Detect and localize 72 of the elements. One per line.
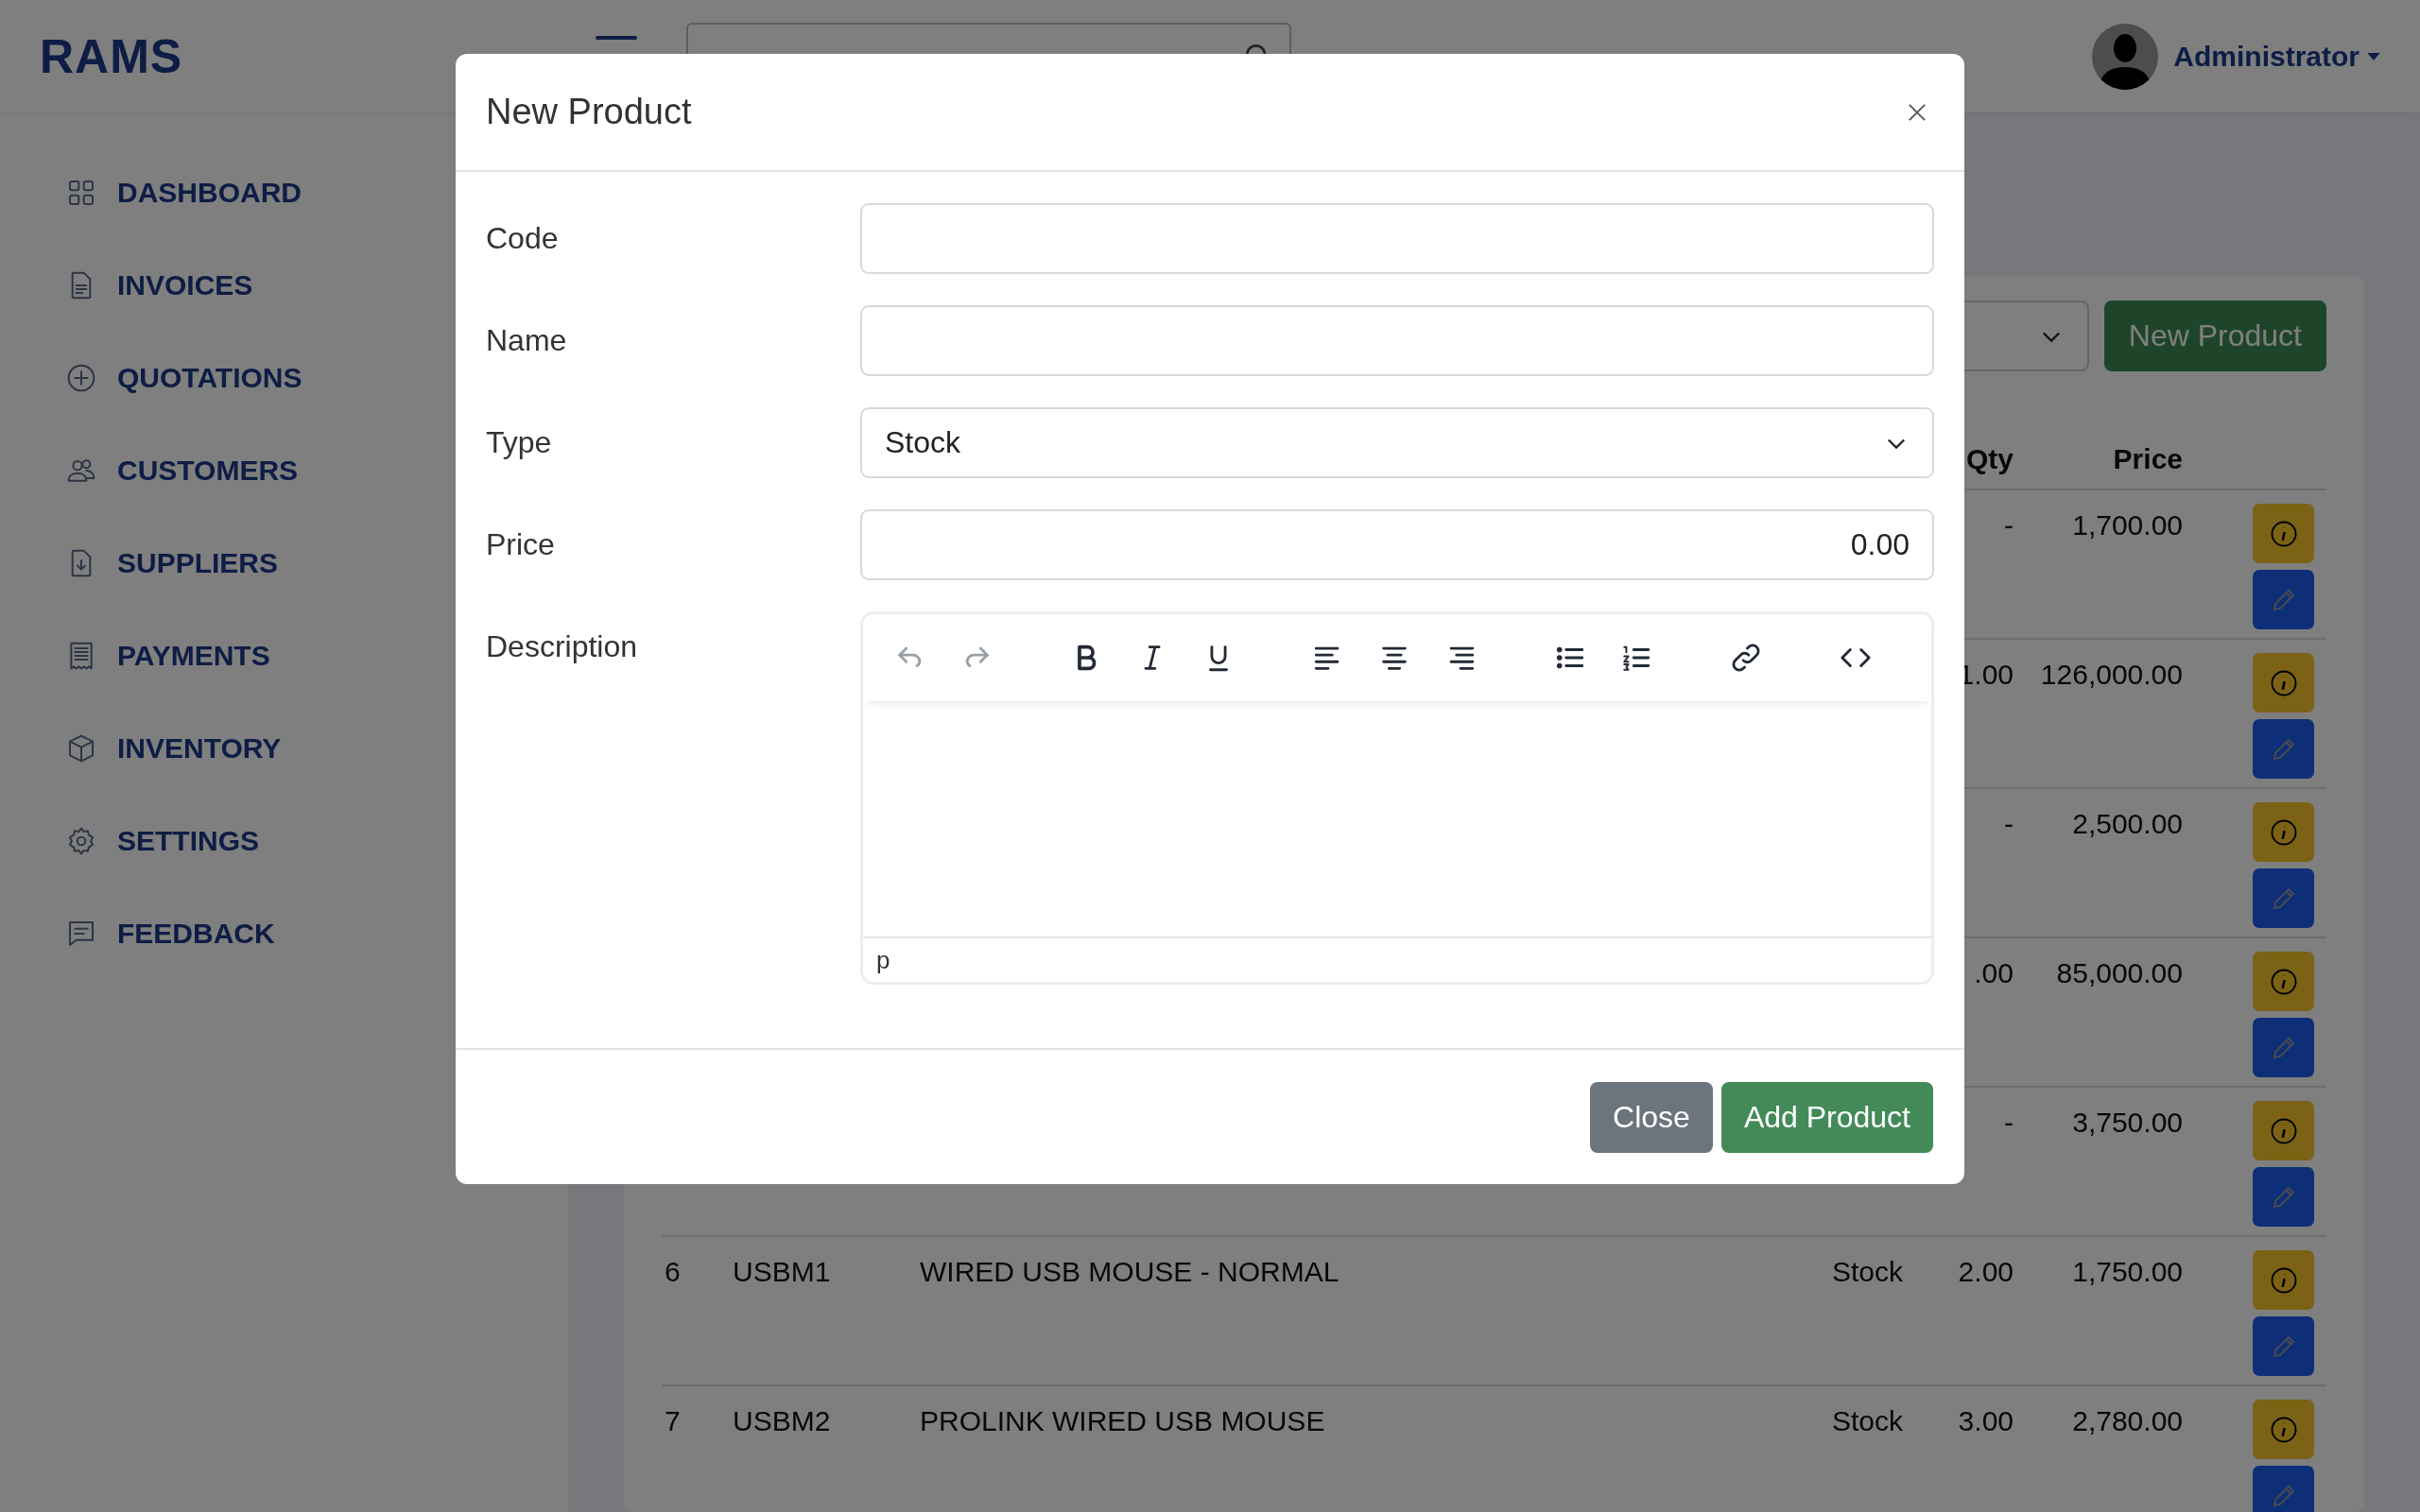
table-cell: 2,500.00	[2072, 808, 2183, 839]
table-cell: WIRED USB MOUSE - NORMAL	[920, 1256, 1340, 1287]
sidebar-label: INVENTORY	[117, 732, 282, 765]
grid-icon	[66, 178, 96, 208]
user-menu[interactable]: Administrator	[2173, 40, 2380, 73]
add-product-button[interactable]: Add Product	[1720, 1081, 1933, 1153]
table-cell: -	[2004, 808, 2014, 839]
chat-icon	[66, 919, 96, 949]
sidebar-label: SETTINGS	[117, 825, 259, 857]
modal-title: New Product	[486, 92, 692, 132]
editor-status: p	[876, 945, 890, 975]
sidebar-item[interactable]: FEEDBACK	[0, 887, 568, 980]
type-select[interactable]: Stock	[860, 407, 1934, 478]
table-cell: 2.00	[1958, 1256, 2014, 1287]
sidebar-label: QUOTATIONS	[117, 362, 302, 394]
table-cell: 6	[665, 1256, 681, 1287]
info-icon	[2269, 1265, 2298, 1295]
field-label: Name	[486, 322, 568, 359]
gear-icon	[66, 826, 96, 856]
info-icon	[2269, 519, 2298, 548]
field-label: Price	[486, 526, 556, 563]
sidebar-item[interactable]: INVENTORY	[0, 702, 568, 795]
sidebar-label: SUPPLIERS	[117, 547, 279, 579]
field-label: Type	[486, 424, 553, 461]
table-cell: 85,000.00	[2056, 957, 2183, 988]
info-button[interactable]	[2253, 504, 2314, 563]
table-cell: Stock	[1832, 1405, 1904, 1436]
info-button[interactable]	[2253, 653, 2314, 713]
field-label: Code	[486, 220, 560, 257]
table-cell: -	[2004, 1107, 2014, 1138]
column-header: Qty	[1965, 443, 2014, 475]
table-cell: 3,750.00	[2072, 1107, 2183, 1138]
sidebar-label: FEEDBACK	[117, 918, 275, 950]
info-icon	[2269, 967, 2298, 996]
sidebar-label: DASHBOARD	[117, 177, 302, 209]
price-field[interactable]: 0.00	[860, 509, 1934, 580]
sidebar-label: INVOICES	[117, 269, 253, 301]
table-cell: -	[2004, 509, 2014, 541]
table-cell: USBM2	[733, 1405, 831, 1436]
new-product-button[interactable]: New Product	[2103, 301, 2326, 371]
logo: RAMS	[40, 28, 184, 84]
caret-icon	[2367, 52, 2380, 60]
table-cell: 126,000.00	[2040, 659, 2183, 690]
column-header: Price	[2112, 443, 2183, 475]
info-icon	[2269, 1415, 2298, 1444]
info-icon	[2269, 668, 2298, 697]
field-label: Description	[486, 628, 639, 665]
table-cell: Stock	[1832, 1256, 1904, 1287]
sidebar-label: PAYMENTS	[117, 640, 270, 672]
info-button[interactable]	[2253, 952, 2314, 1011]
plus-circle-icon	[66, 363, 96, 393]
close-button[interactable]: Close	[1590, 1081, 1713, 1153]
info-button[interactable]	[2253, 1400, 2314, 1459]
box-icon	[66, 733, 96, 764]
table-cell: 7	[665, 1405, 681, 1436]
table-cell: USBM1	[733, 1256, 831, 1287]
info-button[interactable]	[2253, 1250, 2314, 1310]
table-cell: .00	[1974, 957, 2014, 988]
text-field[interactable]	[860, 305, 1934, 376]
table-cell: 1,750.00	[2072, 1256, 2183, 1287]
text-field[interactable]	[860, 203, 1934, 274]
table-cell: 1,700.00	[2072, 509, 2183, 541]
text-editor[interactable]: p	[860, 611, 1934, 985]
table-cell: PROLINK WIRED USB MOUSE	[920, 1405, 1325, 1436]
sidebar-label: CUSTOMERS	[117, 455, 299, 487]
sidebar-item[interactable]: SETTINGS	[0, 795, 568, 887]
table-cell: 2,780.00	[2072, 1405, 2183, 1436]
info-icon	[2269, 1116, 2298, 1145]
info-button[interactable]	[2253, 802, 2314, 862]
info-button[interactable]	[2253, 1101, 2314, 1160]
info-icon	[2269, 817, 2298, 847]
table-cell: 3.00	[1958, 1405, 2014, 1436]
